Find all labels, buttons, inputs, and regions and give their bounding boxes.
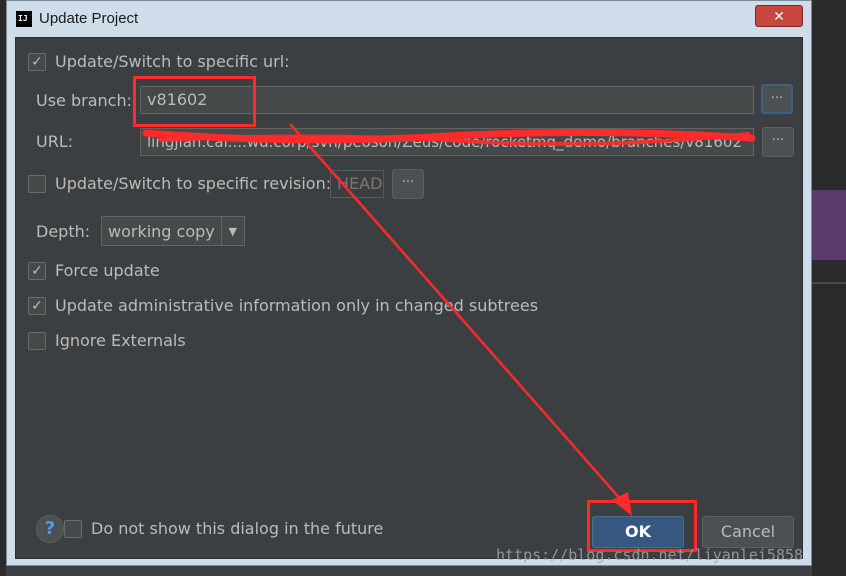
annotation-arrowhead [612, 492, 632, 516]
watermark: https://blog.csdn.net/liyanlei5858 [496, 546, 804, 564]
annotation-overlay [142, 123, 756, 516]
intellij-app-icon: IJ [16, 11, 32, 27]
annotation-arrow [289, 123, 631, 511]
